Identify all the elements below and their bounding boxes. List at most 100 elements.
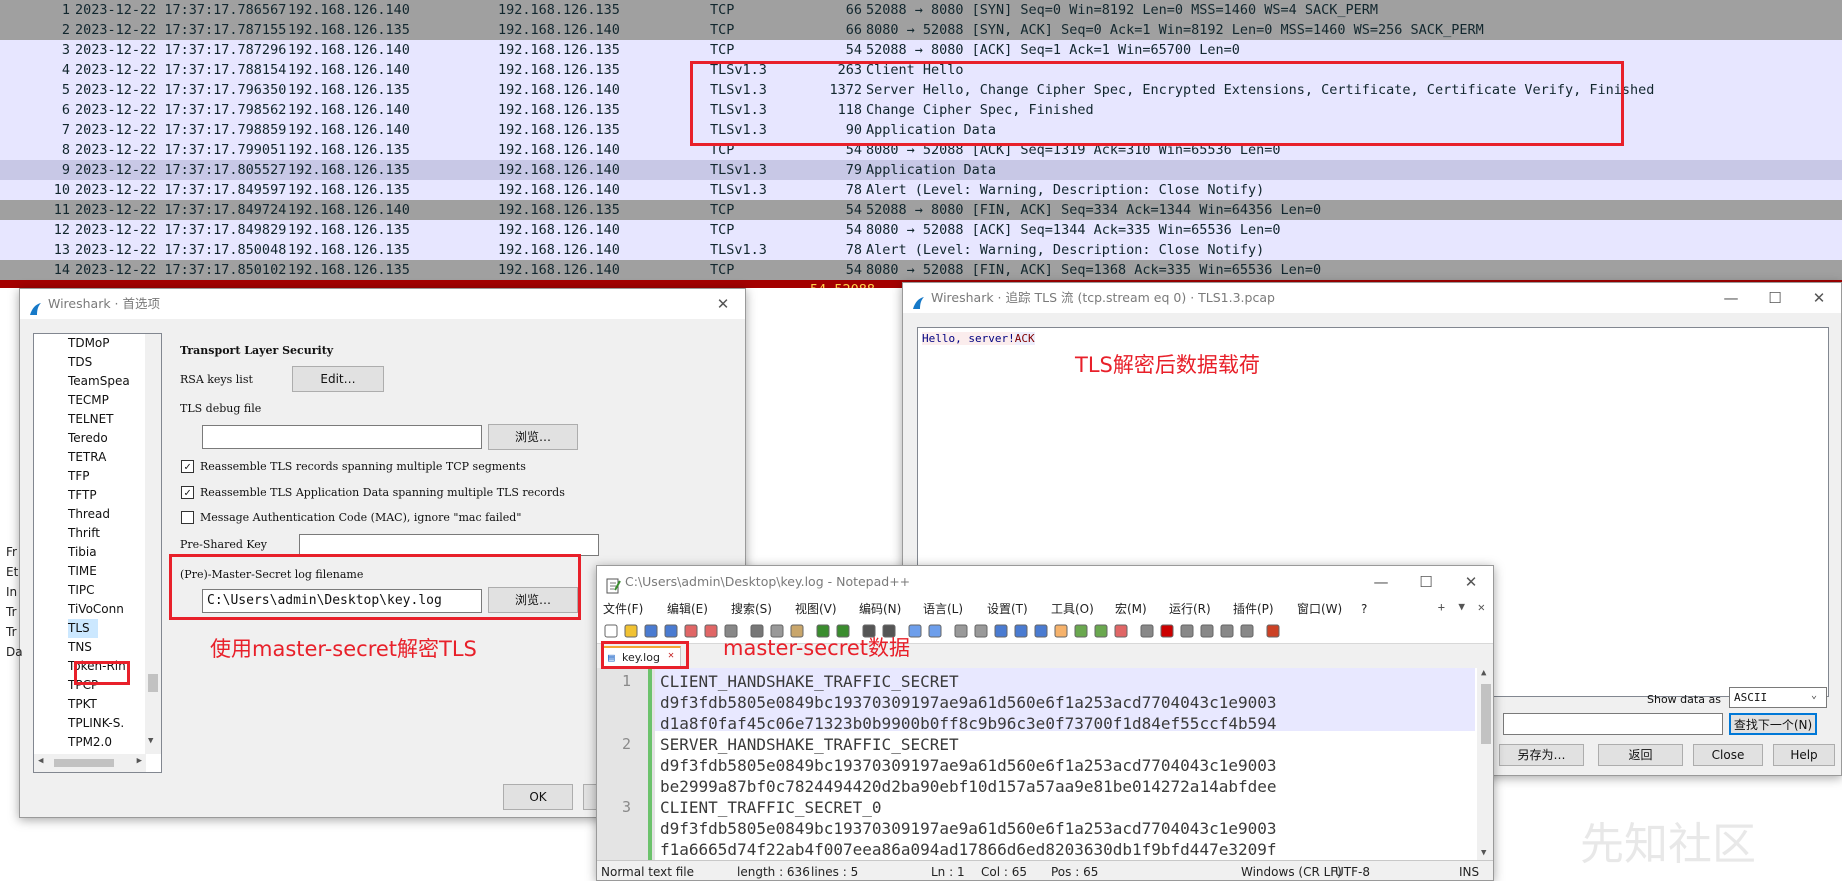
packet-row[interactable]: 3 2023-12-22 17:37:17.787296 192.168.126.1… [0, 40, 1842, 60]
help-button[interactable]: Help [1773, 744, 1835, 766]
minimize-icon[interactable]: — [1359, 566, 1403, 598]
wrap-icon[interactable] [993, 623, 1009, 639]
tree-item-tivoconn[interactable]: TiVoConn [68, 600, 124, 619]
tree-item-tpm2-0[interactable]: TPM2.0 [68, 733, 112, 752]
menu-item[interactable]: 工具(O) [1051, 598, 1094, 620]
tree-item-tipc[interactable]: TIPC [68, 581, 94, 600]
tree-item-teredo[interactable]: Teredo [68, 429, 108, 448]
editor-vertical-scrollbar[interactable]: ▲ ▼ [1477, 668, 1493, 860]
tree-item-tpkt[interactable]: TPKT [68, 695, 97, 714]
menu-item[interactable]: 视图(V) [795, 598, 837, 620]
menu-item[interactable]: ? [1361, 598, 1367, 620]
menu-item[interactable]: 编码(N) [859, 598, 901, 620]
tree-item-tds[interactable]: TDS [68, 353, 92, 372]
scroll-up-icon[interactable]: ▲ [1481, 668, 1486, 678]
tree-horizontal-scrollbar[interactable]: ◀ ▶ [34, 754, 146, 772]
packet-row[interactable]: 2 2023-12-22 17:37:17.787155 192.168.126.1… [0, 20, 1842, 40]
sync-h-icon[interactable] [973, 623, 989, 639]
folder-icon[interactable] [1113, 623, 1129, 639]
tree-item-tls[interactable]: TLS [68, 619, 98, 638]
scroll-left-icon[interactable]: ◀ [38, 756, 43, 766]
tree-item-thrift[interactable]: Thrift [68, 524, 100, 543]
all-chars-icon[interactable] [1013, 623, 1029, 639]
menu-item[interactable]: 运行(R) [1169, 598, 1211, 620]
record-icon[interactable] [1159, 623, 1175, 639]
tree-item-tetra[interactable]: TETRA [68, 448, 106, 467]
open-icon[interactable] [623, 623, 639, 639]
stop-icon[interactable] [1179, 623, 1195, 639]
close-button[interactable]: Close [1693, 744, 1763, 766]
save-as-button[interactable]: 另存为… [1499, 744, 1584, 766]
save-macro-icon[interactable] [1239, 623, 1255, 639]
tree-item-time[interactable]: TIME [68, 562, 97, 581]
tree-item-tecmp[interactable]: TECMP [68, 391, 109, 410]
back-button[interactable]: 返回 [1598, 744, 1683, 766]
close-icon[interactable]: ✕ [1449, 566, 1493, 598]
editor-area[interactable]: 1 CLIENT_HANDSHAKE_TRAFFIC_SECRET d9f3fdb5… [597, 668, 1493, 860]
tree-item-teamspea[interactable]: TeamSpea [68, 372, 130, 391]
doc-map-icon[interactable] [1073, 623, 1089, 639]
menu-item[interactable]: 语言(L) [923, 598, 963, 620]
reassemble-appdata-checkbox[interactable]: ✓ [181, 486, 194, 499]
menu-item[interactable]: 设置(T) [987, 598, 1028, 620]
close-doc-icon[interactable]: ✕ [1478, 600, 1485, 614]
maximize-icon[interactable]: ☐ [1404, 566, 1448, 598]
scroll-down-icon[interactable]: ▼ [1481, 848, 1486, 858]
indent-guide-icon[interactable] [1033, 623, 1049, 639]
zoom-out-icon[interactable] [927, 623, 943, 639]
menu-item[interactable]: 窗口(W) [1297, 598, 1342, 620]
play-multi-icon[interactable] [1219, 623, 1235, 639]
tree-item-telnet[interactable]: TELNET [68, 410, 114, 429]
psk-input[interactable] [299, 534, 599, 556]
func-list-icon[interactable] [1093, 623, 1109, 639]
packet-row[interactable]: 9 2023-12-22 17:37:17.805527 192.168.126.1… [0, 160, 1842, 180]
save-icon[interactable] [643, 623, 659, 639]
spell-icon[interactable] [1265, 623, 1281, 639]
packet-row[interactable]: 1 2023-12-22 17:37:17.786567 192.168.126.1… [0, 0, 1842, 20]
packet-row[interactable]: 10 2023-12-22 17:37:17.849597 192.168.126.… [0, 180, 1842, 200]
packet-row[interactable]: 13 2023-12-22 17:37:17.850048 192.168.126.… [0, 240, 1842, 260]
monitor-icon[interactable] [1139, 623, 1155, 639]
edit-rsa-button[interactable]: Edit… [292, 366, 384, 392]
close-icon[interactable] [683, 623, 699, 639]
find-next-button[interactable]: 查找下一个(N) [1729, 713, 1817, 735]
ok-button[interactable]: OK [503, 784, 573, 810]
menu-item[interactable]: 搜索(S) [731, 598, 772, 620]
browse-debug-button[interactable]: 浏览… [488, 424, 578, 450]
scroll-right-icon[interactable]: ▶ [137, 756, 142, 766]
tree-item-tdmop[interactable]: TDMoP [68, 334, 110, 353]
reassemble-tcp-checkbox[interactable]: ✓ [181, 460, 194, 473]
tree-item-tftp[interactable]: TFTP [68, 486, 97, 505]
tree-item-tns[interactable]: TNS [68, 638, 92, 657]
protocol-tree[interactable]: TDMoP TDS TeamSpea TECMP TELNET Teredo TETRA TF… [33, 333, 162, 773]
close-icon[interactable]: ✕ [1797, 283, 1841, 313]
save-all-icon[interactable] [663, 623, 679, 639]
tree-item-tibia[interactable]: Tibia [68, 543, 97, 562]
packet-row[interactable]: 12 2023-12-22 17:37:17.849829 192.168.126.… [0, 220, 1842, 240]
find-input[interactable] [1503, 713, 1723, 735]
close-all-icon[interactable] [703, 623, 719, 639]
minimize-icon[interactable]: — [1709, 283, 1753, 313]
packet-row[interactable]: 11 2023-12-22 17:37:17.849724 192.168.126.… [0, 200, 1842, 220]
sync-v-icon[interactable] [953, 623, 969, 639]
tree-item-tplink-s-[interactable]: TPLINK-S. [68, 714, 124, 733]
menu-item[interactable]: 文件(F) [603, 598, 643, 620]
menu-item[interactable]: 插件(P) [1233, 598, 1274, 620]
tab-list-icon[interactable]: ▼ [1458, 600, 1465, 613]
maximize-icon[interactable]: ☐ [1753, 283, 1797, 313]
mac-ignore-checkbox[interactable] [181, 511, 194, 524]
debug-file-input[interactable] [202, 425, 482, 449]
tree-item-tfp[interactable]: TFP [68, 467, 89, 486]
chevron-down-icon[interactable]: ⌄ [1811, 690, 1817, 701]
close-icon[interactable]: ✕ [701, 289, 745, 319]
tree-vertical-scrollbar[interactable]: ▼ [145, 334, 161, 754]
new-tab-icon[interactable]: + [1438, 600, 1445, 614]
packet-row[interactable]: 14 2023-12-22 17:37:17.850102 192.168.126.… [0, 260, 1842, 280]
new-icon[interactable] [603, 623, 619, 639]
scroll-down-icon[interactable]: ▼ [148, 736, 153, 746]
play-icon[interactable] [1199, 623, 1215, 639]
udl-icon[interactable] [1053, 623, 1069, 639]
menu-item[interactable]: 编辑(E) [667, 598, 708, 620]
tree-item-thread[interactable]: Thread [68, 505, 110, 524]
menu-item[interactable]: 宏(M) [1115, 598, 1147, 620]
